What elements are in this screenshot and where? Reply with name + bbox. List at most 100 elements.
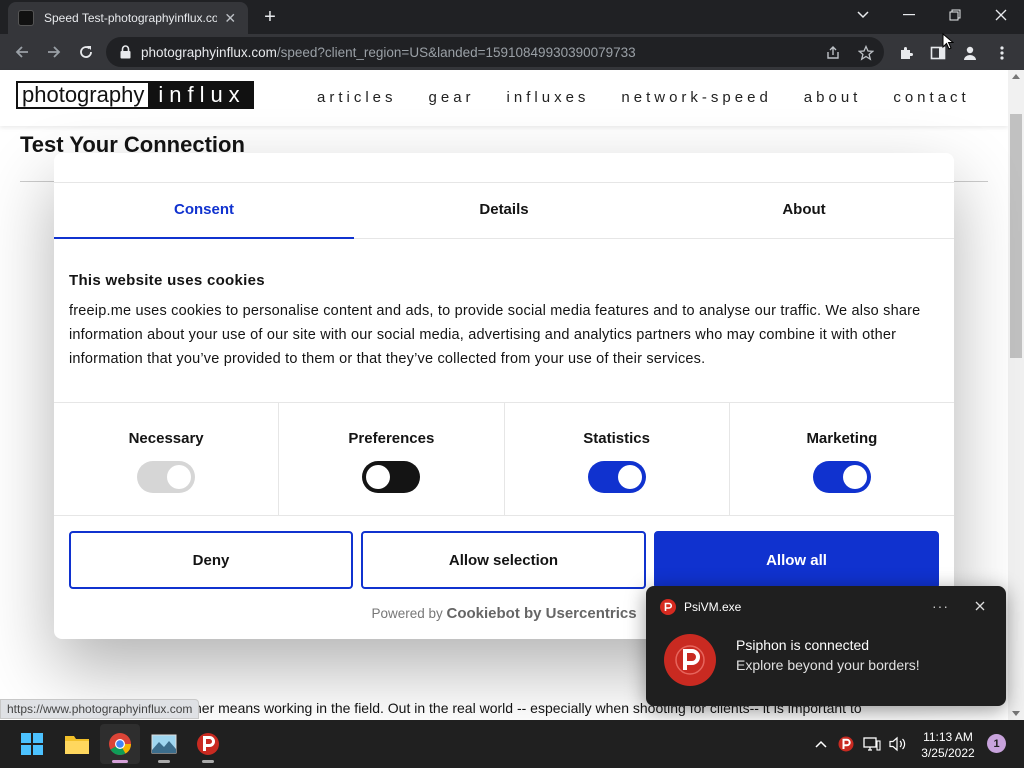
cookie-consent-dialog: Consent Details About This website uses … xyxy=(54,153,954,639)
volume-icon xyxy=(889,736,906,752)
category-label: Marketing xyxy=(806,430,878,447)
tray-volume[interactable] xyxy=(888,734,908,754)
tray-overflow-button[interactable] xyxy=(811,734,831,754)
forward-arrow-icon xyxy=(48,46,61,58)
allow-selection-button[interactable]: Allow selection xyxy=(361,531,646,589)
notification-center-badge[interactable]: 1 xyxy=(987,734,1006,753)
page-scrollbar[interactable] xyxy=(1008,70,1024,720)
nav-articles[interactable]: articles xyxy=(317,89,397,106)
reload-icon xyxy=(80,46,92,58)
logo-text-photography: photography xyxy=(16,81,151,109)
psiphon-icon xyxy=(197,733,219,755)
powered-by-prefix: Powered by xyxy=(371,606,443,621)
site-logo[interactable]: photography influx xyxy=(16,81,254,109)
network-icon xyxy=(863,737,881,751)
reload-button[interactable] xyxy=(74,40,98,64)
back-arrow-icon xyxy=(15,46,28,58)
main-nav: articles gear influxes network-speed abo… xyxy=(317,89,1002,106)
profile-icon[interactable] xyxy=(960,43,980,63)
back-button[interactable] xyxy=(10,40,34,64)
preferences-toggle[interactable] xyxy=(362,461,421,493)
mouse-cursor-icon xyxy=(942,33,954,50)
cookie-categories: Necessary Preferences Statistics Marketi… xyxy=(54,402,954,516)
psiphon-notification[interactable]: PsiVM.exe ··· Psiphon is connected Explo… xyxy=(646,586,1006,706)
tray-psiphon[interactable] xyxy=(836,734,856,754)
status-bar-url: https://www.photographyinflux.com xyxy=(0,699,200,719)
tab-about[interactable]: About xyxy=(654,183,954,238)
clock-date: 3/25/2022 xyxy=(921,746,975,760)
nav-gear[interactable]: gear xyxy=(429,89,475,106)
browser-tab-active[interactable]: Speed Test-photographyinflux.com ✕ xyxy=(8,2,248,34)
start-button[interactable] xyxy=(12,724,52,764)
marketing-toggle[interactable] xyxy=(812,461,871,493)
taskbar-clock[interactable]: 11:13 AM 3/25/2022 xyxy=(916,729,980,761)
category-label: Preferences xyxy=(348,430,435,447)
statistics-toggle[interactable] xyxy=(587,461,646,493)
close-icon xyxy=(995,9,1007,21)
scroll-down-icon[interactable] xyxy=(1012,711,1020,716)
active-app-indicator xyxy=(112,760,128,763)
address-bar[interactable]: photographyinflux.com /speed?client_regi… xyxy=(106,37,884,67)
tab-search-button[interactable] xyxy=(840,0,886,30)
menu-dots-icon[interactable] xyxy=(992,43,1012,63)
notification-body: Explore beyond your borders! xyxy=(736,657,920,673)
browser-toolbar: photographyinflux.com /speed?client_regi… xyxy=(0,34,1024,70)
site-favicon-icon xyxy=(18,10,34,26)
site-header: photography influx articles gear influxe… xyxy=(0,70,1008,126)
windows-start-icon xyxy=(21,733,43,755)
nav-about[interactable]: about xyxy=(804,89,862,106)
toggle-knob xyxy=(366,465,391,489)
tab-consent[interactable]: Consent xyxy=(54,183,354,239)
restore-button[interactable] xyxy=(932,0,978,30)
file-explorer-icon xyxy=(65,736,89,754)
browser-titlebar: Speed Test-photographyinflux.com ✕ + xyxy=(0,0,1024,34)
deny-button[interactable]: Deny xyxy=(69,531,353,589)
category-preferences: Preferences xyxy=(279,403,505,515)
image-viewer-icon xyxy=(151,734,177,754)
notification-more-button[interactable]: ··· xyxy=(932,598,949,614)
chrome-icon xyxy=(109,733,131,755)
allow-all-button[interactable]: Allow all xyxy=(654,531,939,589)
taskbar-file-explorer[interactable] xyxy=(57,724,97,764)
consent-tabs: Consent Details About xyxy=(54,182,954,239)
category-label: Necessary xyxy=(128,430,204,447)
scrollbar-thumb[interactable] xyxy=(1010,114,1022,358)
nav-contact[interactable]: contact xyxy=(893,89,969,106)
nav-network-speed[interactable]: network-speed xyxy=(621,89,771,106)
url-host: photographyinflux.com xyxy=(141,44,277,60)
close-window-button[interactable] xyxy=(978,0,1024,30)
windows-taskbar: 11:13 AM 3/25/2022 1 xyxy=(0,720,1024,768)
running-app-indicator xyxy=(202,760,214,763)
star-icon[interactable] xyxy=(857,44,875,62)
extensions-icon[interactable] xyxy=(896,43,916,63)
taskbar-image-viewer[interactable] xyxy=(144,724,184,764)
taskbar-psiphon[interactable] xyxy=(188,724,228,764)
tab-close-button[interactable]: ✕ xyxy=(223,10,239,27)
taskbar-chrome[interactable] xyxy=(100,724,140,764)
consent-heading: This website uses cookies xyxy=(69,272,265,289)
lock-icon[interactable] xyxy=(120,45,131,59)
minimize-icon xyxy=(903,14,915,16)
cookiebot-link[interactable]: Cookiebot by Usercentrics xyxy=(447,605,637,622)
restore-icon xyxy=(949,9,961,21)
clock-time: 11:13 AM xyxy=(923,730,973,744)
notification-app-name: PsiVM.exe xyxy=(684,600,742,614)
logo-text-influx: influx xyxy=(150,81,254,109)
forward-button[interactable] xyxy=(42,40,66,64)
running-app-indicator xyxy=(158,760,170,763)
nav-influxes[interactable]: influxes xyxy=(507,89,590,106)
share-icon[interactable] xyxy=(824,44,842,62)
new-tab-button[interactable]: + xyxy=(258,6,282,28)
minimize-button[interactable] xyxy=(886,0,932,30)
psiphon-small-icon xyxy=(660,599,676,615)
notification-close-button[interactable] xyxy=(972,598,988,614)
chevron-up-icon xyxy=(815,740,827,748)
tray-network[interactable] xyxy=(862,734,882,754)
category-label: Statistics xyxy=(583,430,650,447)
psiphon-logo-icon xyxy=(664,634,716,686)
close-icon xyxy=(975,601,985,611)
tab-details[interactable]: Details xyxy=(354,183,654,238)
toggle-knob xyxy=(617,465,642,489)
url-path: /speed?client_region=US&landed=159108499… xyxy=(276,44,636,60)
scroll-up-icon[interactable] xyxy=(1012,74,1020,79)
